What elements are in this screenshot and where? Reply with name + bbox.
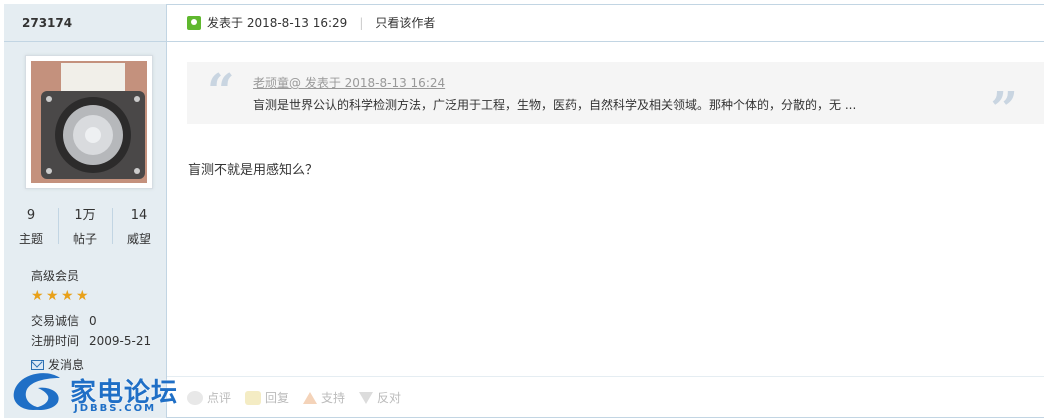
register-time-value: 2009-5-21: [89, 334, 152, 348]
trade-trust: 交易诚信 0: [31, 312, 97, 329]
avatar-image: [31, 61, 147, 183]
comment-button[interactable]: 点评: [187, 389, 231, 406]
separator: |: [359, 15, 364, 30]
reply-icon: [245, 390, 262, 405]
post-time: 发表于 2018-8-13 16:29: [207, 16, 348, 30]
star-icon: ★: [76, 288, 89, 304]
speaker-photo: [31, 61, 147, 183]
register-time: 注册时间 2009-5-21: [31, 332, 151, 349]
quote-close-icon: ”: [990, 82, 1018, 138]
quote-open-icon: “: [207, 64, 235, 120]
trade-trust-value: 0: [89, 314, 97, 328]
stat-threads-count: 9: [26, 208, 36, 223]
star-icon: ★: [46, 288, 59, 304]
thumb-down-icon: [359, 391, 374, 404]
stat-prestige[interactable]: 14 威望: [112, 208, 166, 250]
post-content: 盲测不就是用感知么？: [188, 163, 319, 178]
logo-swirl-icon: [13, 373, 60, 411]
logo-subtext: JDBBS.COM: [74, 403, 157, 414]
post-actions: 点评 回复 支持 反对: [167, 376, 1044, 418]
stat-threads[interactable]: 9 主题: [4, 208, 58, 250]
quote-header-link[interactable]: 老顽童@ 发表于 2018-8-13 16:24: [253, 74, 445, 91]
register-time-label: 注册时间: [31, 334, 80, 348]
avatar[interactable]: [25, 55, 153, 189]
comment-icon: [187, 390, 203, 405]
reply-button[interactable]: 回复: [245, 389, 289, 406]
username[interactable]: 273174: [4, 4, 166, 42]
stat-prestige-label: 威望: [126, 232, 151, 246]
comment-label: 点评: [207, 391, 232, 405]
oppose-label: 反对: [377, 391, 402, 405]
user-group[interactable]: 高级会员: [31, 267, 79, 284]
stat-posts[interactable]: 1万 帖子: [58, 208, 112, 250]
star-icon: ★: [31, 288, 44, 304]
user-stats: 9 主题 1万 帖子 14 威望: [4, 208, 166, 250]
support-button[interactable]: 支持: [303, 389, 345, 406]
support-label: 支持: [321, 391, 346, 405]
oppose-button[interactable]: 反对: [359, 389, 401, 406]
reply-label: 回复: [265, 391, 290, 405]
quote-block: “ 老顽童@ 发表于 2018-8-13 16:24 盲测是世界公认的科学检测方…: [187, 62, 1044, 138]
online-user-icon: [187, 15, 201, 30]
post-header: 发表于 2018-8-13 16:29 | 只看该作者: [167, 4, 1044, 42]
author-sidebar: 273174 9 主题 1万 帖子 14 威望 高级会员 ★ ★ ★ ★ 交易诚…: [4, 4, 167, 418]
user-stars: ★ ★ ★ ★: [31, 289, 90, 303]
stat-posts-count: 1万: [74, 208, 96, 223]
trade-trust-label: 交易诚信: [31, 314, 80, 328]
quote-body: 盲测是世界公认的科学检测方法，广泛用于工程，生物，医药，自然科学及相关领域。那种…: [253, 98, 857, 112]
stat-prestige-count: 14: [130, 208, 148, 223]
site-logo: 家电论坛 JDBBS.COM: [8, 368, 183, 418]
star-icon: ★: [61, 288, 74, 304]
stat-posts-label: 帖子: [72, 232, 97, 246]
stat-threads-label: 主题: [18, 232, 43, 246]
only-author-link[interactable]: 只看该作者: [375, 14, 435, 31]
thumb-up-icon: [303, 391, 318, 404]
